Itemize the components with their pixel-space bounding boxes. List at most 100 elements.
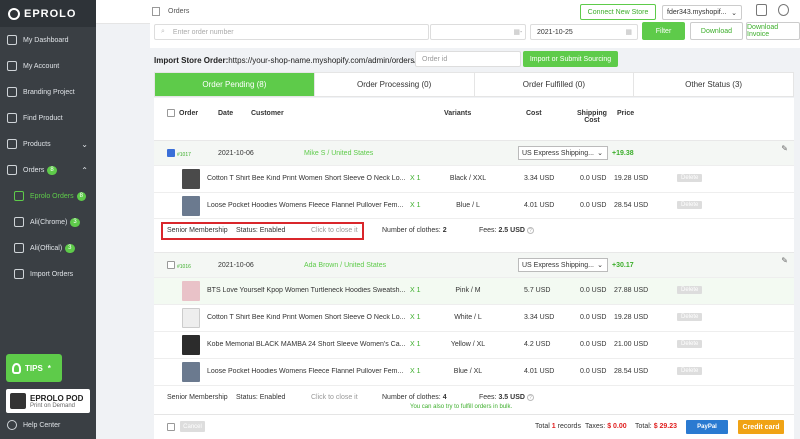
- sidebar-item-eprolo-orders[interactable]: Eprolo Orders 8: [0, 183, 96, 209]
- shipping-method-select[interactable]: US Express Shipping... ⌄: [518, 146, 608, 160]
- download-button[interactable]: Download: [690, 22, 743, 40]
- question-icon[interactable]: ?: [526, 227, 534, 234]
- shipping-method-select[interactable]: US Express Shipping... ⌄: [518, 258, 608, 272]
- credit-card-button[interactable]: Credit card: [738, 420, 784, 434]
- sidebar: EPROLO My Dashboard My Account Branding …: [0, 0, 96, 439]
- import-icon: [14, 269, 24, 279]
- sidebar-label: Products: [23, 140, 51, 148]
- connect-new-store-button[interactable]: Connect New Store: [580, 4, 656, 20]
- product-variant: Black / XXL: [449, 175, 487, 182]
- sidebar-item-account[interactable]: My Account: [0, 53, 96, 79]
- order-item: BTS Love Yourself Kpop Women Turtleneck …: [154, 277, 794, 304]
- grand-total-label: Total:: [635, 423, 652, 430]
- date-from-input[interactable]: ▦: [430, 24, 526, 40]
- filter-button[interactable]: Filter: [642, 22, 685, 40]
- tab-other-status[interactable]: Other Status (3): [634, 73, 793, 96]
- close-membership-link[interactable]: Click to close it: [311, 227, 358, 234]
- order-row[interactable]: #1017 2021-10-06 Mike S / United States …: [154, 140, 794, 165]
- product-name[interactable]: Cotton T Shirt Bee Kind Print Women Shor…: [207, 314, 407, 321]
- order-checkbox[interactable]: [167, 149, 175, 157]
- product-thumbnail[interactable]: [182, 308, 200, 328]
- edit-icon[interactable]: ✎: [781, 256, 788, 265]
- order-id: #1017: [177, 152, 191, 158]
- order-number-input[interactable]: ⌕ Enter order number: [154, 24, 429, 40]
- close-membership-link[interactable]: Click to close it: [311, 394, 358, 401]
- product-thumbnail[interactable]: [182, 196, 200, 216]
- tab-order-pending[interactable]: Order Pending (8): [155, 73, 315, 96]
- membership-row: Senior Membership Status: Enabled Click …: [154, 385, 794, 403]
- date-to-input[interactable]: 2021-10-25 ▦: [530, 24, 638, 40]
- order-checkbox[interactable]: [167, 261, 175, 269]
- download-invoice-button[interactable]: Download Invoice: [746, 22, 800, 40]
- edit-icon[interactable]: ✎: [781, 144, 788, 153]
- tab-order-processing[interactable]: Order Processing (0): [315, 73, 475, 96]
- order-customer[interactable]: Ada Brown / United States: [304, 262, 386, 269]
- membership-status: Status: Enabled: [236, 394, 286, 401]
- sidebar-item-orders[interactable]: Orders 8 ⌃: [0, 157, 96, 183]
- shipping-method-value: US Express Shipping...: [522, 149, 594, 157]
- sidebar-label: Orders: [23, 166, 45, 174]
- store-select[interactable]: fder343.myshopif... ⌄: [662, 5, 742, 20]
- product-price: 27.88 USD: [614, 287, 649, 294]
- delete-button[interactable]: Delete: [677, 201, 703, 209]
- order-total: +30.17: [612, 262, 634, 269]
- bulk-fulfill-hint[interactable]: You can also try to fulfill orders in bu…: [410, 404, 512, 410]
- order-item: Kobe Memorial BLACK MAMBA 24 Short Sleev…: [154, 331, 794, 358]
- total-records-suffix: records: [557, 423, 581, 430]
- footer-select-all-checkbox[interactable]: [167, 423, 175, 431]
- delete-button[interactable]: Delete: [677, 313, 703, 321]
- sidebar-item-ali-chrome[interactable]: Ali(Chrome) 3: [0, 209, 96, 235]
- import-label-text: Import Store Order:: [154, 56, 229, 65]
- help-icon[interactable]: [778, 4, 789, 16]
- order-id-input[interactable]: Order id: [415, 51, 521, 67]
- product-name[interactable]: Cotton T Shirt Bee Kind Print Women Shor…: [207, 175, 407, 182]
- product-shipping: 0.0 USD: [580, 287, 607, 294]
- product-thumbnail[interactable]: [182, 169, 200, 189]
- product-thumbnail[interactable]: [182, 335, 200, 355]
- ali-offical-icon: [14, 243, 24, 253]
- product-shipping: 0.0 USD: [580, 341, 607, 348]
- tips-button[interactable]: TIPS *: [6, 354, 62, 382]
- membership-label: Senior Membership: [167, 227, 228, 234]
- product-name[interactable]: Kobe Memorial BLACK MAMBA 24 Short Sleev…: [207, 341, 407, 348]
- total-records: Total 1 records: [535, 423, 581, 430]
- product-name[interactable]: BTS Love Yourself Kpop Women Turtleneck …: [207, 287, 407, 294]
- search-icon: ⌕: [161, 28, 165, 35]
- sidebar-item-dashboard[interactable]: My Dashboard: [0, 27, 96, 53]
- sidebar-label: My Account: [23, 62, 60, 70]
- document-icon[interactable]: [756, 4, 767, 16]
- product-qty: X 1: [410, 341, 421, 348]
- membership-label: Senior Membership: [167, 394, 228, 401]
- product-name[interactable]: Loose Pocket Hoodies Womens Fleece Flann…: [207, 202, 407, 209]
- order-customer[interactable]: Mike S / United States: [304, 150, 373, 157]
- sidebar-item-import-orders[interactable]: Import Orders: [0, 261, 96, 287]
- product-qty: X 1: [410, 202, 421, 209]
- sidebar-item-find-product[interactable]: Find Product: [0, 105, 96, 131]
- help-center-link[interactable]: Help Center: [7, 420, 60, 430]
- sidebar-item-products[interactable]: Products ⌄: [0, 131, 96, 157]
- import-submit-button[interactable]: Import or Submit Sourcing: [523, 51, 618, 67]
- select-all-checkbox[interactable]: [167, 109, 175, 117]
- sidebar-item-branding[interactable]: Branding Project: [0, 79, 96, 105]
- product-cost: 4.2 USD: [524, 341, 551, 348]
- product-name[interactable]: Loose Pocket Hoodies Womens Fleece Flann…: [207, 368, 407, 375]
- paypal-button[interactable]: PayPal: [686, 420, 728, 434]
- order-date: 2021-10-06: [218, 262, 254, 269]
- product-price: 19.28 USD: [614, 314, 649, 321]
- eprolo-pod-banner[interactable]: EPROLO POD Print on Demand: [6, 389, 90, 413]
- store-value: fder343.myshopif...: [667, 9, 727, 16]
- col-date: Date: [218, 110, 234, 117]
- product-thumbnail[interactable]: [182, 362, 200, 382]
- product-price: 21.00 USD: [614, 341, 649, 348]
- tab-order-fulfilled[interactable]: Order Fulfilled (0): [475, 73, 635, 96]
- delete-button[interactable]: Delete: [677, 340, 703, 348]
- cancel-button[interactable]: Cancel: [180, 421, 205, 432]
- order-row[interactable]: #1016 2021-10-06 Ada Brown / United Stat…: [154, 252, 794, 277]
- delete-button[interactable]: Delete: [677, 174, 703, 182]
- question-icon[interactable]: ?: [526, 394, 534, 401]
- eprolo-logo[interactable]: EPROLO: [0, 0, 96, 27]
- delete-button[interactable]: Delete: [677, 367, 703, 375]
- sidebar-item-ali-offical[interactable]: Ali(Offical) 3: [0, 235, 96, 261]
- product-thumbnail[interactable]: [182, 281, 200, 301]
- delete-button[interactable]: Delete: [677, 286, 703, 294]
